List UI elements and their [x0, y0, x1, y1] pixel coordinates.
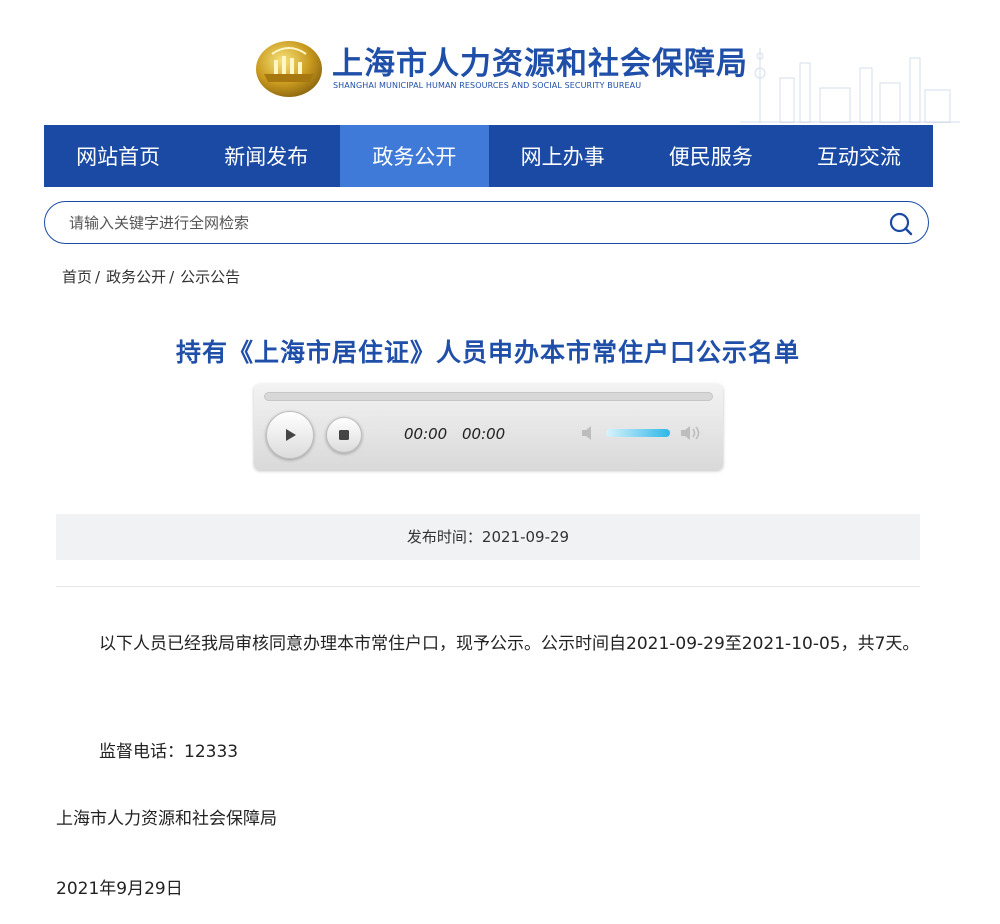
breadcrumb-announcements[interactable]: 公示公告 — [180, 268, 240, 286]
main-nav: 网站首页 新闻发布 政务公开 网上办事 便民服务 互动交流 — [44, 125, 933, 187]
signature-date: 2021年9月29日 — [56, 879, 183, 899]
search-input[interactable] — [67, 210, 851, 236]
site-subtitle: SHANGHAI MUNICIPAL HUMAN RESOURCES AND S… — [333, 81, 642, 90]
nav-item-home[interactable]: 网站首页 — [44, 125, 192, 187]
search-bar — [44, 201, 929, 244]
nav-item-public-services[interactable]: 便民服务 — [637, 125, 785, 187]
play-button[interactable] — [266, 411, 314, 459]
nav-item-government-affairs[interactable]: 政务公开 — [340, 125, 489, 187]
hotline-text: 监督电话：12333 — [99, 742, 239, 762]
stop-button[interactable] — [326, 417, 362, 453]
nav-item-interaction[interactable]: 互动交流 — [785, 125, 933, 187]
breadcrumb-separator: / — [95, 268, 101, 286]
duration-time: 00:00 — [462, 425, 506, 443]
bureau-emblem-logo — [256, 41, 322, 97]
breadcrumb-government-affairs[interactable]: 政务公开 — [106, 268, 166, 286]
signature-org: 上海市人力资源和社会保障局 — [56, 809, 277, 829]
article-title: 持有《上海市居住证》人员申办本市常住户口公示名单 — [175, 338, 800, 367]
play-icon — [286, 429, 296, 441]
site-title: 上海市人力资源和社会保障局 — [332, 46, 748, 82]
breadcrumb-separator: / — [169, 268, 175, 286]
publish-info: 发布时间：2021-09-29 — [56, 514, 920, 560]
publish-label: 发布时间： — [406, 528, 482, 546]
breadcrumb-home[interactable]: 首页 — [62, 268, 92, 286]
volume-mute-icon[interactable] — [580, 425, 600, 441]
audio-player: 00:00 00:00 — [254, 384, 723, 470]
content-divider — [56, 586, 920, 587]
publish-date: 2021-09-29 — [481, 528, 570, 546]
nav-item-online-services[interactable]: 网上办事 — [489, 125, 637, 187]
search-icon[interactable] — [888, 211, 914, 237]
announcement-paragraph: 以下人员已经我局审核同意办理本市常住户口，现予公示。公示时间自2021-09-2… — [99, 634, 920, 654]
breadcrumb: 首页 / 政务公开 / 公示公告 — [62, 266, 240, 287]
nav-item-news[interactable]: 新闻发布 — [192, 125, 340, 187]
site-header: 上海市人力资源和社会保障局 SHANGHAI MUNICIPAL HUMAN R… — [0, 0, 1000, 125]
current-time: 00:00 — [404, 425, 448, 443]
volume-slider[interactable] — [606, 429, 670, 437]
stop-icon — [339, 430, 349, 440]
audio-progress-bar[interactable] — [264, 392, 713, 401]
volume-max-icon[interactable] — [679, 424, 703, 442]
skyline-illustration — [740, 48, 960, 123]
